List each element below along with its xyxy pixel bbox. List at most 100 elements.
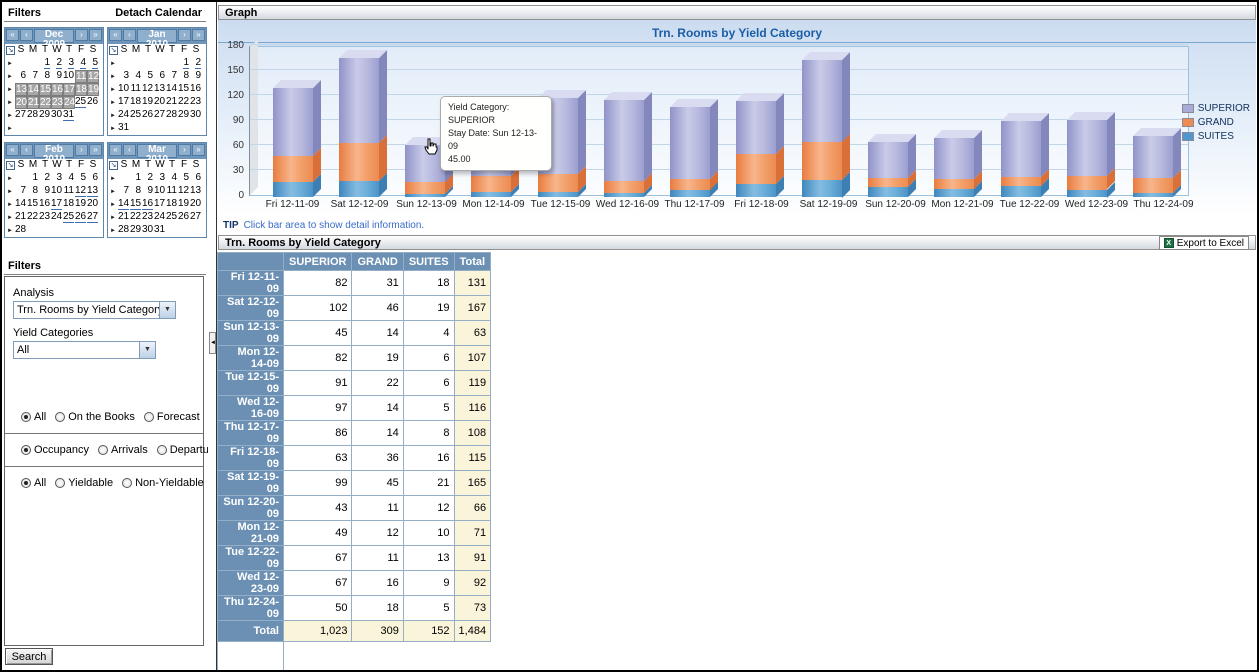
- calendar-day[interactable]: 7: [166, 70, 178, 83]
- prev-year-icon[interactable]: «: [6, 29, 19, 41]
- calendar-day[interactable]: 4: [63, 172, 75, 185]
- next-month-icon[interactable]: ›: [75, 144, 88, 156]
- calendar-day[interactable]: 14: [15, 198, 27, 211]
- calendar-day[interactable]: 24: [63, 96, 75, 109]
- calendar-day[interactable]: 2: [142, 172, 154, 185]
- calendar-day[interactable]: 30: [190, 109, 202, 122]
- calendar-day[interactable]: 7: [15, 185, 27, 198]
- analysis-select[interactable]: Trn. Rooms by Yield Category ▼: [13, 301, 176, 319]
- select-all-icon[interactable]: ↘: [109, 161, 118, 170]
- calendar-day[interactable]: 26: [142, 109, 154, 122]
- radio-button-icon[interactable]: [55, 478, 65, 488]
- calendar-day[interactable]: 21: [27, 96, 39, 109]
- calendar-day[interactable]: 31: [118, 122, 130, 135]
- next-year-icon[interactable]: »: [192, 144, 205, 156]
- calendar-day[interactable]: 31: [63, 109, 75, 122]
- bar-stack-fri-12-11-09[interactable]: [273, 88, 313, 197]
- calendar-day[interactable]: 3: [63, 57, 75, 70]
- detach-calendar-button[interactable]: Detach Calendar: [115, 7, 202, 21]
- calendar-day[interactable]: 7: [27, 70, 39, 83]
- calendar-day[interactable]: 4: [75, 57, 87, 70]
- radio-option[interactable]: Yieldable: [55, 477, 113, 489]
- bar-segment-suites[interactable]: [868, 187, 908, 197]
- calendar-day[interactable]: 26: [75, 211, 87, 224]
- calendar-day[interactable]: 28: [27, 109, 39, 122]
- calendar-day[interactable]: 12: [178, 185, 190, 198]
- calendar-day[interactable]: 23: [142, 211, 154, 224]
- radio-option[interactable]: Arrivals: [98, 444, 148, 456]
- radio-option[interactable]: All: [21, 411, 46, 423]
- calendar-day[interactable]: 18: [63, 198, 75, 211]
- calendar-day[interactable]: 27: [15, 109, 27, 122]
- radio-button-icon[interactable]: [21, 478, 31, 488]
- calendar-day[interactable]: 1: [178, 57, 190, 70]
- calendar-day[interactable]: 25: [63, 211, 75, 224]
- calendar-day[interactable]: 20: [87, 198, 99, 211]
- next-year-icon[interactable]: »: [192, 29, 205, 41]
- bar-segment-grand[interactable]: [471, 176, 511, 192]
- week-select-icon[interactable]: ►: [5, 74, 15, 80]
- calendar-day[interactable]: 10: [118, 83, 130, 96]
- week-select-icon[interactable]: ►: [108, 202, 118, 208]
- calendar-day[interactable]: 9: [51, 70, 63, 83]
- calendar-day[interactable]: 1: [27, 172, 39, 185]
- radio-button-icon[interactable]: [21, 445, 31, 455]
- bar-segment-superior[interactable]: [1133, 136, 1173, 178]
- week-select-icon[interactable]: ►: [108, 126, 118, 132]
- calendar-day[interactable]: 28: [15, 224, 27, 237]
- calendar-day[interactable]: 19: [87, 83, 99, 96]
- calendar-day[interactable]: 19: [178, 198, 190, 211]
- calendar-day[interactable]: 6: [87, 172, 99, 185]
- calendar-day[interactable]: 5: [87, 57, 99, 70]
- week-select-icon[interactable]: ►: [5, 202, 15, 208]
- bar-segment-suites[interactable]: [1133, 193, 1173, 197]
- bar-segment-grand[interactable]: [273, 156, 313, 182]
- calendar-day[interactable]: 17: [51, 198, 63, 211]
- calendar-day[interactable]: 30: [51, 109, 63, 122]
- week-select-icon[interactable]: ►: [5, 126, 15, 132]
- bar-segment-suites[interactable]: [339, 181, 379, 197]
- week-select-icon[interactable]: ►: [5, 100, 15, 106]
- calendar-day[interactable]: 2: [51, 57, 63, 70]
- radio-option[interactable]: Occupancy: [21, 444, 89, 456]
- week-select-icon[interactable]: ►: [108, 113, 118, 119]
- next-month-icon[interactable]: ›: [178, 144, 191, 156]
- calendar-day[interactable]: 9: [190, 70, 202, 83]
- bar-segment-superior[interactable]: [736, 101, 776, 154]
- bar-stack-mon-12-21-09[interactable]: [934, 138, 974, 197]
- calendar-day[interactable]: 26: [178, 211, 190, 224]
- calendar-day[interactable]: 6: [15, 70, 27, 83]
- radio-button-icon[interactable]: [55, 412, 65, 422]
- chevron-down-icon[interactable]: ▼: [139, 342, 155, 358]
- calendar-day[interactable]: 15: [178, 83, 190, 96]
- week-select-icon[interactable]: ►: [108, 100, 118, 106]
- bar-segment-grand[interactable]: [868, 178, 908, 187]
- next-year-icon[interactable]: »: [89, 144, 102, 156]
- calendar-day[interactable]: 2: [39, 172, 51, 185]
- calendar-day[interactable]: 17: [118, 96, 130, 109]
- calendar-day[interactable]: 1: [39, 57, 51, 70]
- calendar-day[interactable]: 15: [27, 198, 39, 211]
- bar-segment-superior[interactable]: [934, 138, 974, 179]
- bar-segment-suites[interactable]: [802, 180, 842, 198]
- calendar-day[interactable]: 13: [15, 83, 27, 96]
- calendar-day[interactable]: 17: [63, 83, 75, 96]
- radio-option[interactable]: All: [21, 477, 46, 489]
- bar-segment-grand[interactable]: [1001, 177, 1041, 186]
- week-select-icon[interactable]: ►: [108, 176, 118, 182]
- calendar-day[interactable]: 29: [178, 109, 190, 122]
- calendar-day[interactable]: 3: [154, 172, 166, 185]
- calendar-day[interactable]: 5: [75, 172, 87, 185]
- bar-segment-suites[interactable]: [1001, 186, 1041, 197]
- calendar-day[interactable]: 21: [166, 96, 178, 109]
- calendar-day[interactable]: 16: [190, 83, 202, 96]
- calendar-day[interactable]: 25: [166, 211, 178, 224]
- calendar-day[interactable]: 20: [15, 96, 27, 109]
- calendar-day[interactable]: 14: [166, 83, 178, 96]
- week-select-icon[interactable]: ►: [108, 74, 118, 80]
- bar-stack-sat-12-19-09[interactable]: [802, 60, 842, 198]
- calendar-day[interactable]: 13: [154, 83, 166, 96]
- week-select-icon[interactable]: ►: [108, 228, 118, 234]
- calendar-day[interactable]: 8: [130, 185, 142, 198]
- calendar-day[interactable]: 3: [51, 172, 63, 185]
